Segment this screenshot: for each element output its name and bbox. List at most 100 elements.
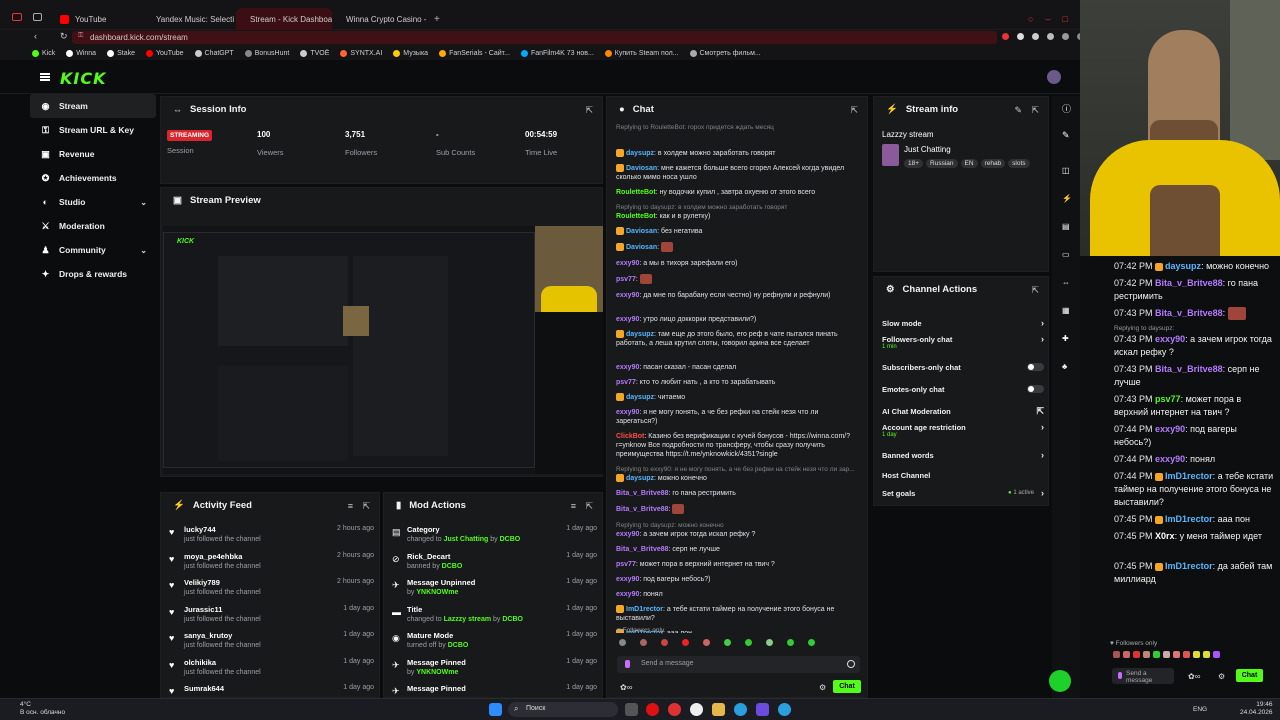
chat-username[interactable]: Bita_v_Britve88 xyxy=(616,546,669,553)
side-chat-username[interactable]: Bita_v_Britve88 xyxy=(1155,308,1223,318)
link-tool-icon[interactable]: ⇔ xyxy=(1062,278,1070,287)
chat-username[interactable]: RouletteBot xyxy=(616,213,656,220)
edit-icon[interactable]: ✎ xyxy=(1014,105,1022,116)
chat-username[interactable]: exxy90 xyxy=(616,292,639,299)
chat-username[interactable]: Bita_v_Britve88 xyxy=(616,506,669,513)
mic-icon[interactable] xyxy=(625,660,630,668)
bookmark-item[interactable]: FanSerials - Сайт... xyxy=(439,49,510,57)
emote-icon[interactable] xyxy=(1163,651,1170,658)
bookmark-item[interactable]: YouTube xyxy=(145,49,184,57)
mod-action-moderator[interactable]: DCBO xyxy=(500,536,521,543)
emote-icon[interactable] xyxy=(1213,651,1220,658)
bolt-tool-icon[interactable]: ⚡ xyxy=(1062,194,1072,203)
stream-tag[interactable]: slots xyxy=(1008,159,1030,168)
chat-username[interactable]: Daviosan xyxy=(626,165,657,172)
side-chat-username[interactable]: ImD1rector xyxy=(1165,471,1213,481)
folder-icon[interactable] xyxy=(712,703,725,716)
minimize-icon[interactable]: – xyxy=(1045,14,1050,25)
gem-tool-icon[interactable]: ♣ xyxy=(1062,362,1067,371)
search-icon[interactable]: ○ xyxy=(1028,14,1033,25)
chevron-right-icon[interactable]: › xyxy=(1041,422,1044,432)
emote-tool-icon[interactable]: ◫ xyxy=(1062,166,1070,175)
chat-username[interactable]: exxy90 xyxy=(616,576,639,583)
popout-icon[interactable]: ⇱ xyxy=(850,105,858,116)
mod-action-target[interactable]: Just Chatting xyxy=(444,536,489,543)
mod-action-name[interactable]: Message Pinned xyxy=(407,658,466,667)
emote-icon[interactable] xyxy=(1203,651,1210,658)
chat-username[interactable]: psv77 xyxy=(616,379,636,386)
wrench-tool-icon[interactable]: ✚ xyxy=(1062,334,1069,343)
mod-action-moderator[interactable]: DCBO xyxy=(448,642,469,649)
emote-icon[interactable] xyxy=(661,639,668,646)
chevron-down-icon[interactable]: ⌄ xyxy=(140,198,147,207)
emote-icon[interactable] xyxy=(640,639,647,646)
layers-tool-icon[interactable]: ▦ xyxy=(1062,306,1070,315)
chat-username[interactable]: Daviosan xyxy=(626,244,657,251)
browser-tab[interactable]: YouTube xyxy=(52,8,140,30)
taskbar-search[interactable]: Поиск xyxy=(508,702,618,717)
app-icon[interactable] xyxy=(756,703,769,716)
emoji-icon[interactable] xyxy=(847,660,855,668)
chat-username[interactable]: psv77 xyxy=(616,561,636,568)
emote-icon[interactable] xyxy=(1153,651,1160,658)
activity-username[interactable]: sanya_krutoy xyxy=(184,631,232,640)
emote-icon[interactable] xyxy=(703,639,710,646)
chat-username[interactable]: ClickBot xyxy=(616,433,644,440)
mod-action-name[interactable]: Message Unpinned xyxy=(407,578,475,587)
stream-tag[interactable]: rehab xyxy=(980,159,1006,168)
channel-action-ai-chat-moderation[interactable]: AI Chat Moderation ⇱ xyxy=(882,406,1044,417)
popout-icon[interactable]: ⇱ xyxy=(1031,105,1039,116)
channel-action-subscribers-only-chat[interactable]: Subscribers-only chat xyxy=(882,363,1044,372)
chevron-down-icon[interactable]: ⌄ xyxy=(140,246,147,255)
emote-icon[interactable] xyxy=(1113,651,1120,658)
side-chat-username[interactable]: exxy90 xyxy=(1155,454,1185,464)
emote-icon[interactable] xyxy=(682,639,689,646)
side-mic-icon[interactable] xyxy=(1118,672,1122,679)
side-settings-icon[interactable]: ⚙ xyxy=(1218,672,1225,681)
user-avatar[interactable] xyxy=(1047,70,1061,84)
sidebar-item-moderation[interactable]: ⚔ Moderation xyxy=(30,214,156,238)
url-text[interactable]: dashboard.kick.com/stream xyxy=(90,33,188,42)
sidebar-item-drops-rewards[interactable]: ✦ Drops & rewards xyxy=(30,262,156,286)
toggle-switch[interactable] xyxy=(1027,363,1044,371)
extension-icon[interactable] xyxy=(1002,33,1009,40)
support-button[interactable] xyxy=(1049,670,1071,692)
chat-username[interactable]: psv77 xyxy=(616,276,636,283)
filter-icon[interactable]: ≡ xyxy=(348,501,353,511)
sidebar-item-studio[interactable]: ◐ Studio ⌄ xyxy=(30,190,156,214)
bookmark-item[interactable]: TVOË xyxy=(300,49,329,57)
chat-send-button[interactable]: Chat xyxy=(833,680,861,693)
mod-action-name[interactable]: Category xyxy=(407,525,440,534)
chat-username[interactable]: Daviosan xyxy=(626,228,657,235)
activity-username[interactable]: lucky744 xyxy=(184,525,216,534)
emote-icon[interactable] xyxy=(1173,651,1180,658)
chat-username[interactable]: RouletteBot xyxy=(616,189,656,196)
bookmark-item[interactable]: SYNTX.AI xyxy=(340,49,382,57)
emote-icon[interactable] xyxy=(745,639,752,646)
channel-action-slow-mode[interactable]: Slow mode › xyxy=(882,318,1044,328)
mod-action-name[interactable]: Mature Mode xyxy=(407,631,453,640)
tab-search-icon[interactable] xyxy=(33,13,42,21)
external-link-icon[interactable]: ⇱ xyxy=(1036,406,1044,417)
side-chat-username[interactable]: daysupz xyxy=(1165,261,1201,271)
browser-menu-icon[interactable] xyxy=(12,13,22,21)
task-view-icon[interactable] xyxy=(625,703,638,716)
maximize-icon[interactable]: □ xyxy=(1062,14,1067,25)
weather-widget[interactable]: 4°C В осн. облачно xyxy=(20,701,65,717)
side-chat-username[interactable]: ImD1rector xyxy=(1165,514,1213,524)
chat-points-icon[interactable]: ✿∞ xyxy=(620,683,632,692)
bookmark-item[interactable]: FanFilm4K 73 нов... xyxy=(520,49,594,57)
chat-username[interactable]: exxy90 xyxy=(616,260,639,267)
chat-username[interactable]: ImD1rector xyxy=(626,606,663,613)
emote-icon[interactable] xyxy=(1183,651,1190,658)
stream-preview-video[interactable]: KICK xyxy=(163,226,603,474)
side-chat-username[interactable]: Bita_v_Britve88 xyxy=(1155,278,1223,288)
chat-input[interactable]: Send a message xyxy=(617,656,860,673)
telegram-icon[interactable] xyxy=(734,703,747,716)
side-points-icon[interactable]: ✿∞ xyxy=(1188,672,1200,681)
mod-action-moderator[interactable]: DCBO xyxy=(502,616,523,623)
side-chat-username[interactable]: Bita_v_Britve88 xyxy=(1155,364,1223,374)
chat-username[interactable]: daysupz xyxy=(626,150,654,157)
browser-tab[interactable]: Yandex Music: Selecti xyxy=(142,8,234,30)
channel-action-emotes-only-chat[interactable]: Emotes-only chat xyxy=(882,385,1044,394)
